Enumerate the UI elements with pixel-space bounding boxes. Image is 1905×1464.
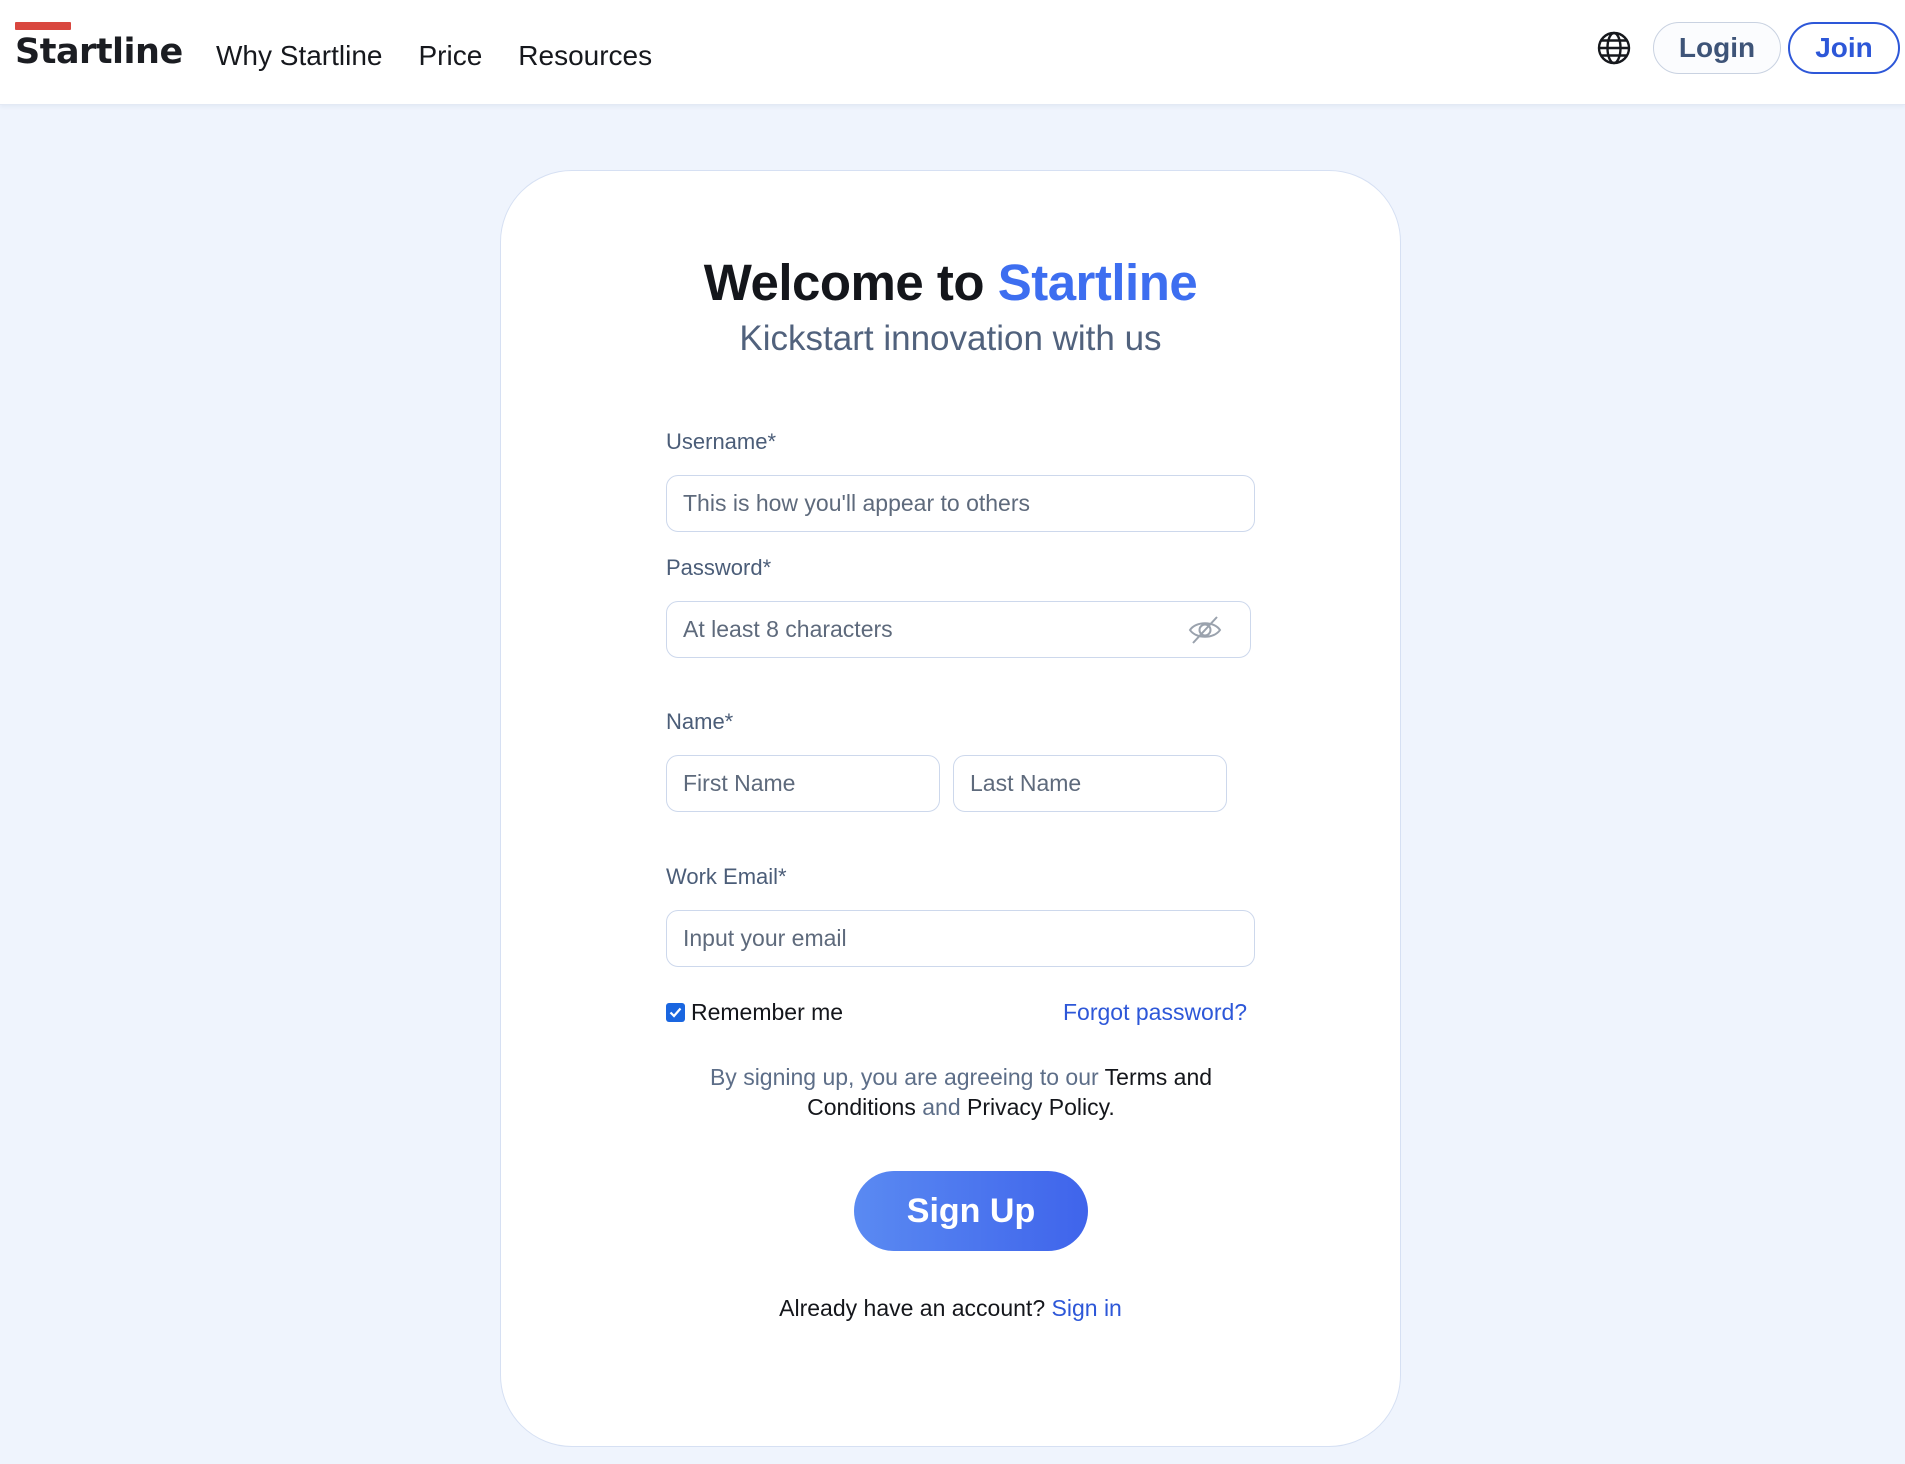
remember-me-row: Remember me	[666, 999, 843, 1026]
last-name-input[interactable]: Last Name	[953, 755, 1227, 812]
password-input[interactable]: At least 8 characters	[666, 601, 1251, 658]
title-brand: Startline	[997, 254, 1198, 311]
globe-icon[interactable]	[1596, 30, 1632, 66]
sign-in-link[interactable]: Sign in	[1052, 1295, 1122, 1321]
last-name-placeholder: Last Name	[970, 770, 1082, 796]
terms-and: and	[915, 1094, 967, 1120]
logo-accent-bar	[15, 22, 71, 30]
join-button[interactable]: Join	[1788, 22, 1900, 74]
logo-text: Startline	[15, 32, 183, 72]
already-prefix: Already have an account?	[779, 1295, 1052, 1321]
privacy-link[interactable]: Privacy Policy.	[967, 1094, 1115, 1120]
remember-me-checkbox[interactable]	[666, 1003, 685, 1022]
eye-off-icon[interactable]	[1188, 615, 1222, 645]
remember-me-label[interactable]: Remember me	[691, 999, 843, 1026]
password-label: Password*	[666, 555, 772, 580]
name-label: Name*	[666, 709, 734, 734]
login-button[interactable]: Login	[1653, 22, 1781, 74]
page-subtitle: Kickstart innovation with us	[739, 319, 1162, 358]
work-email-input[interactable]: Input your email	[666, 910, 1255, 967]
first-name-input[interactable]: First Name	[666, 755, 940, 812]
top-navbar: Startline Why Startline Price Resources …	[0, 0, 1905, 105]
sign-up-button[interactable]: Sign Up	[854, 1171, 1088, 1251]
username-label: Username*	[666, 429, 777, 454]
nav-why-startline[interactable]: Why Startline	[216, 40, 383, 72]
nav-resources[interactable]: Resources	[518, 40, 652, 72]
terms-notice: By signing up, you are agreeing to our T…	[661, 1062, 1261, 1122]
username-input[interactable]: This is how you'll appear to others	[666, 475, 1255, 532]
title-prefix: Welcome to	[703, 254, 998, 311]
first-name-placeholder: First Name	[683, 770, 796, 796]
signup-card: Welcome to Startline Kickstart innovatio…	[500, 170, 1401, 1447]
checkmark-icon	[669, 1007, 682, 1018]
forgot-password-link[interactable]: Forgot password?	[1063, 999, 1247, 1026]
terms-prefix: By signing up, you are agreeing to our	[709, 1064, 1105, 1090]
password-placeholder: At least 8 characters	[683, 616, 893, 642]
page-title: Welcome to Startline	[501, 253, 1400, 312]
work-email-label: Work Email*	[666, 864, 787, 889]
username-placeholder: This is how you'll appear to others	[683, 490, 1031, 516]
work-email-placeholder: Input your email	[683, 925, 847, 951]
main-nav: Why Startline Price Resources	[216, 40, 652, 72]
already-account-text: Already have an account? Sign in	[501, 1295, 1400, 1322]
nav-price[interactable]: Price	[419, 40, 483, 72]
